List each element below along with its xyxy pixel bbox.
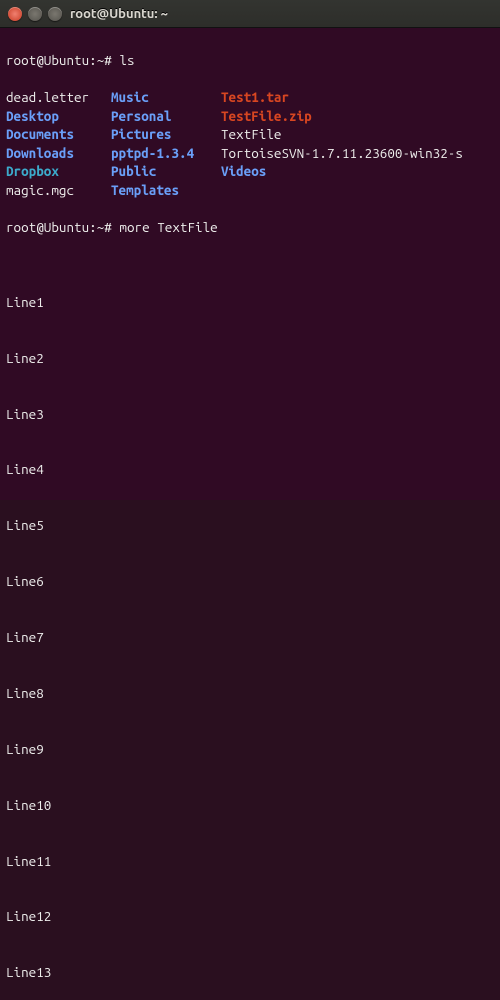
list-item: TestFile.zip bbox=[221, 107, 463, 126]
list-item: Desktop bbox=[6, 107, 111, 126]
list-item: Videos bbox=[221, 162, 463, 181]
maximize-icon[interactable] bbox=[48, 7, 62, 21]
list-item: TextFile bbox=[221, 125, 463, 144]
terminal[interactable]: root@Ubuntu:~# ls dead.letter Desktop Do… bbox=[0, 28, 500, 500]
ls-output: dead.letter Desktop Documents Downloads … bbox=[6, 88, 494, 200]
prompt-path: ~ bbox=[97, 51, 105, 70]
file-line: Line10 bbox=[6, 796, 494, 815]
file-line: Line8 bbox=[6, 684, 494, 703]
title-bar: root@Ubuntu: ~ bbox=[0, 0, 500, 28]
file-line: Line5 bbox=[6, 516, 494, 535]
window-controls bbox=[8, 7, 62, 21]
file-line: Line3 bbox=[6, 405, 494, 424]
file-line: Line6 bbox=[6, 572, 494, 591]
prompt-user: root@Ubuntu bbox=[6, 218, 89, 237]
ls-col-3: Test1.tar TestFile.zip TextFile Tortoise… bbox=[221, 88, 463, 200]
prompt-line-2: root@Ubuntu:~# more TextFile bbox=[6, 218, 494, 237]
list-item: pptpd-1.3.4 bbox=[111, 144, 221, 163]
list-item: Dropbox bbox=[6, 162, 111, 181]
list-item: Public bbox=[111, 162, 221, 181]
file-line: Line9 bbox=[6, 740, 494, 759]
file-line: Line12 bbox=[6, 907, 494, 926]
file-line: Line1 bbox=[6, 293, 494, 312]
file-line: Line11 bbox=[6, 852, 494, 871]
prompt-sep: : bbox=[89, 218, 97, 237]
file-line: Line7 bbox=[6, 628, 494, 647]
list-item: Documents bbox=[6, 125, 111, 144]
prompt-hash: # bbox=[104, 218, 119, 237]
list-item: Test1.tar bbox=[221, 88, 463, 107]
list-item: Personal bbox=[111, 107, 221, 126]
file-line: Line13 bbox=[6, 963, 494, 982]
prompt-path: ~ bbox=[97, 218, 105, 237]
command-ls: ls bbox=[119, 51, 134, 70]
ls-col-2: Music Personal Pictures pptpd-1.3.4 Publ… bbox=[111, 88, 221, 200]
window-title: root@Ubuntu: ~ bbox=[70, 7, 168, 21]
minimize-icon[interactable] bbox=[28, 7, 42, 21]
list-item: Templates bbox=[111, 181, 221, 200]
command-more: more TextFile bbox=[119, 218, 217, 237]
list-item: TortoiseSVN-1.7.11.23600-win32-s bbox=[221, 144, 463, 163]
file-line: Line2 bbox=[6, 349, 494, 368]
list-item: dead.letter bbox=[6, 88, 111, 107]
prompt-user: root@Ubuntu bbox=[6, 51, 89, 70]
prompt-line-1: root@Ubuntu:~# ls bbox=[6, 51, 494, 70]
file-line: Line4 bbox=[6, 460, 494, 479]
close-icon[interactable] bbox=[8, 7, 22, 21]
ls-col-1: dead.letter Desktop Documents Downloads … bbox=[6, 88, 111, 200]
file-output: Line1 Line2 Line3 Line4 Line5 Line6 Line… bbox=[6, 256, 494, 1000]
list-item: Pictures bbox=[111, 125, 221, 144]
prompt-hash: # bbox=[104, 51, 119, 70]
prompt-sep: : bbox=[89, 51, 97, 70]
list-item: Downloads bbox=[6, 144, 111, 163]
list-item: magic.mgc bbox=[6, 181, 111, 200]
list-item: Music bbox=[111, 88, 221, 107]
